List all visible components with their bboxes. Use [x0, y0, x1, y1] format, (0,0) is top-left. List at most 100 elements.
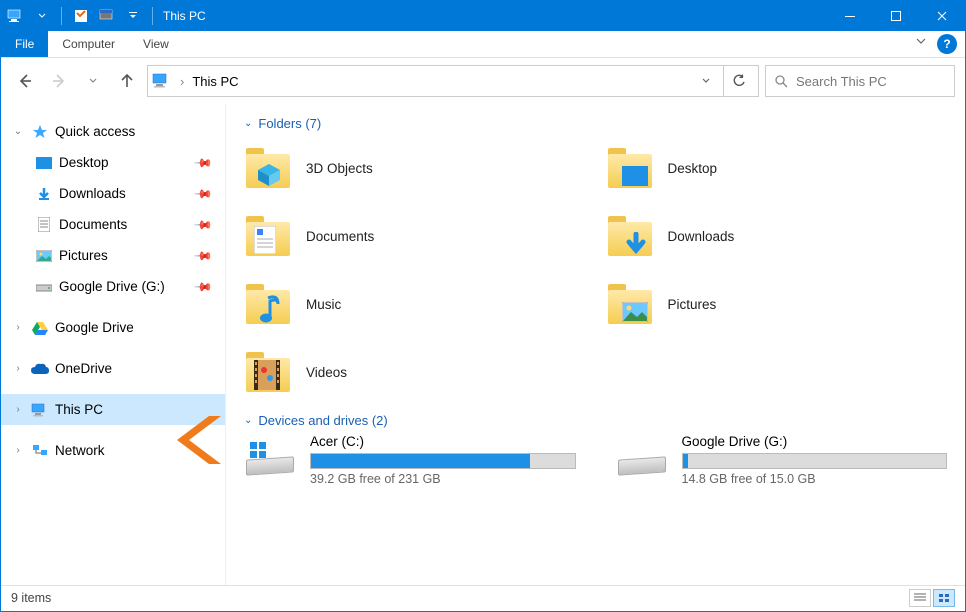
search-icon	[774, 74, 788, 88]
drive-free-text: 39.2 GB free of 231 GB	[310, 472, 576, 486]
folder-icon	[244, 212, 292, 260]
maximize-button[interactable]	[873, 1, 919, 31]
tree-label: Pictures	[59, 248, 108, 263]
content-pane[interactable]: ⌄ Folders (7) 3D Objects Desktop Documents…	[226, 104, 965, 585]
folder-item[interactable]: Documents	[244, 205, 586, 267]
refresh-button[interactable]	[723, 66, 754, 96]
drive-icon	[35, 278, 53, 296]
address-bar[interactable]: › This PC	[147, 65, 759, 97]
onedrive-icon	[31, 360, 49, 378]
tab-computer[interactable]: Computer	[48, 31, 129, 57]
up-button[interactable]	[113, 67, 141, 95]
tree-label: This PC	[55, 402, 103, 417]
folder-label: Documents	[306, 229, 374, 244]
recent-locations-button[interactable]	[79, 67, 107, 95]
chevron-right-icon[interactable]: ›	[11, 363, 25, 374]
help-button[interactable]: ?	[937, 34, 957, 54]
group-folders[interactable]: ⌄ Folders (7)	[244, 116, 947, 131]
qat-customize-icon[interactable]	[122, 5, 144, 27]
status-bar: 9 items	[1, 585, 965, 609]
pin-icon[interactable]: 📌	[193, 152, 213, 172]
tree-qa-desktop[interactable]: Desktop 📌	[1, 147, 225, 178]
drive-icon	[616, 438, 668, 482]
folder-icon	[606, 144, 654, 192]
document-icon	[35, 216, 53, 234]
drive-usage-bar	[682, 453, 948, 469]
chevron-right-icon[interactable]: ›	[11, 322, 25, 333]
navbar: › This PC Search This PC	[1, 58, 965, 104]
network-icon	[31, 442, 49, 460]
tree-label: Desktop	[59, 155, 109, 170]
tree-this-pc[interactable]: › This PC	[1, 394, 225, 425]
chevron-down-icon[interactable]: ⌄	[244, 415, 252, 426]
picture-icon	[35, 247, 53, 265]
search-box[interactable]: Search This PC	[765, 65, 955, 97]
tree-label: Quick access	[55, 124, 135, 139]
tree-qa-downloads[interactable]: Downloads 📌	[1, 178, 225, 209]
tree-qa-pictures[interactable]: Pictures 📌	[1, 240, 225, 271]
folder-label: Downloads	[668, 229, 735, 244]
chevron-right-icon[interactable]: ›	[11, 445, 25, 456]
tree-quick-access[interactable]: ⌄ Quick access	[1, 116, 225, 147]
forward-button[interactable]	[45, 67, 73, 95]
ribbon-expand-icon[interactable]	[915, 31, 933, 57]
status-item-count: 9 items	[11, 591, 51, 605]
chevron-down-icon[interactable]: ⌄	[244, 118, 252, 129]
group-label: Devices and drives (2)	[258, 413, 387, 428]
back-button[interactable]	[11, 67, 39, 95]
tree-label: Network	[55, 443, 105, 458]
pin-icon[interactable]: 📌	[193, 214, 213, 234]
folder-item[interactable]: Desktop	[606, 137, 948, 199]
titlebar: This PC	[1, 1, 965, 31]
address-dropdown-icon[interactable]	[695, 76, 717, 86]
group-label: Folders (7)	[258, 116, 321, 131]
drive-name: Google Drive (G:)	[682, 434, 948, 449]
view-large-icons-button[interactable]	[933, 589, 955, 607]
group-drives[interactable]: ⌄ Devices and drives (2)	[244, 413, 947, 428]
properties-icon[interactable]	[70, 5, 92, 27]
drive-icon	[244, 438, 296, 482]
minimize-button[interactable]	[827, 1, 873, 31]
drive-item[interactable]: Google Drive (G:)14.8 GB free of 15.0 GB	[616, 434, 948, 486]
tree-qa-gdrive[interactable]: Google Drive (G:) 📌	[1, 271, 225, 302]
chevron-down-icon[interactable]: ⌄	[11, 126, 25, 137]
folder-icon	[244, 348, 292, 396]
tree-onedrive[interactable]: › OneDrive	[1, 353, 225, 384]
pin-icon[interactable]: 📌	[193, 276, 213, 296]
folder-item[interactable]: Music	[244, 273, 586, 335]
tree-label: Documents	[59, 217, 127, 232]
breadcrumb[interactable]: This PC	[192, 74, 238, 89]
folder-label: Music	[306, 297, 341, 312]
qat-dropdown-icon[interactable]	[31, 5, 53, 27]
desktop-icon	[35, 154, 53, 172]
drive-item[interactable]: Acer (C:) 39.2 GB free of 231 GB	[244, 434, 576, 486]
tree-network[interactable]: › Network	[1, 435, 225, 466]
view-details-button[interactable]	[909, 589, 931, 607]
navigation-tree[interactable]: ⌄ Quick access Desktop 📌 Downloads 📌 Doc…	[1, 104, 226, 585]
folder-item[interactable]: Videos	[244, 341, 586, 403]
folder-icon	[606, 280, 654, 328]
folder-item[interactable]: 3D Objects	[244, 137, 586, 199]
tree-google-drive[interactable]: › Google Drive	[1, 312, 225, 343]
chevron-right-icon[interactable]: ›	[11, 404, 25, 415]
pin-icon[interactable]: 📌	[193, 183, 213, 203]
folder-label: Pictures	[668, 297, 717, 312]
google-drive-icon	[31, 319, 49, 337]
tab-view[interactable]: View	[129, 31, 183, 57]
tree-qa-documents[interactable]: Documents 📌	[1, 209, 225, 240]
folder-icon	[244, 144, 292, 192]
ribbon: File Computer View ?	[1, 31, 965, 58]
close-button[interactable]	[919, 1, 965, 31]
tab-file[interactable]: File	[1, 31, 48, 57]
tree-label: Downloads	[59, 186, 126, 201]
chevron-right-icon[interactable]: ›	[178, 74, 186, 89]
drive-name: Acer (C:)	[310, 434, 576, 449]
pc-icon[interactable]	[5, 5, 27, 27]
qat-dropdown2-icon[interactable]	[96, 5, 118, 27]
folder-icon	[244, 280, 292, 328]
folder-icon	[606, 212, 654, 260]
drive-usage-bar	[310, 453, 576, 469]
folder-item[interactable]: Downloads	[606, 205, 948, 267]
folder-item[interactable]: Pictures	[606, 273, 948, 335]
pin-icon[interactable]: 📌	[193, 245, 213, 265]
